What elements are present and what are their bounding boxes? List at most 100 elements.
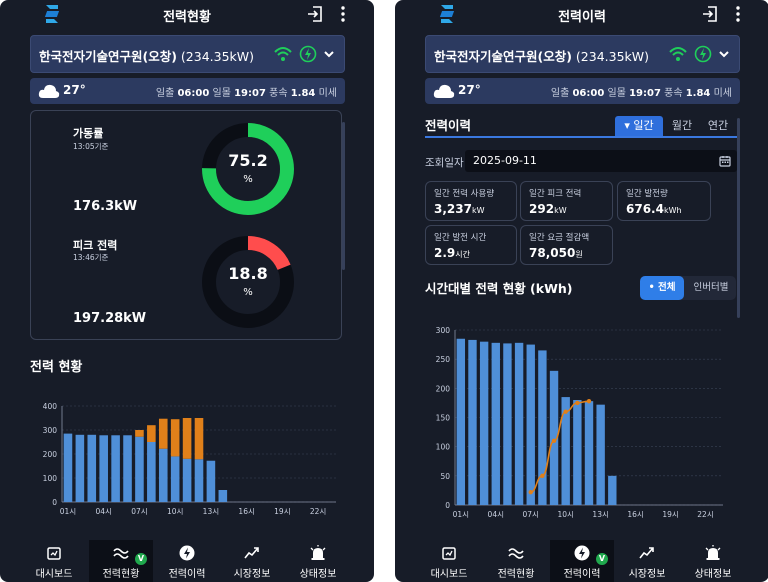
nav-power-history[interactable]: V 전력이력 <box>550 540 614 582</box>
bar <box>596 404 605 505</box>
chevron-down-icon[interactable] <box>717 47 731 61</box>
power-wave-icon <box>113 548 129 559</box>
uptime-label: 가동률 <box>73 127 104 140</box>
site-selector[interactable]: 한국전자기술연구원(오창) (234.35kW) <box>30 35 345 73</box>
stat-value: 292kW <box>529 202 567 216</box>
y-tick-label: 300 <box>43 426 58 435</box>
stat-value: 676.4kWh <box>626 202 682 216</box>
power-history-screen: 전력이력 한국전자기술연구원(오창) (234.35kW) 27° 일출 06:… <box>395 0 768 582</box>
y-tick-label: 0 <box>52 498 57 507</box>
nav-power-status[interactable]: V 전력현황 <box>89 540 153 582</box>
nav-market-info[interactable]: 시장정보 <box>615 540 679 582</box>
bar <box>503 343 512 505</box>
toggle-inverter[interactable]: 인버터별 <box>686 276 736 300</box>
sun-info: 일출 06:00 일몰 19:07 풍속 1.84 미세 <box>155 88 337 99</box>
trend-icon <box>244 547 259 559</box>
stat-label: 일간 요금 절감액 <box>529 233 590 243</box>
top-bar: 전력현황 <box>0 0 374 30</box>
stat-value: 2.9시간 <box>434 246 470 260</box>
nav-power-status[interactable]: 전력현황 <box>484 540 548 582</box>
bar <box>479 341 489 505</box>
temperature: 27° <box>458 83 481 97</box>
cloud-icon <box>433 84 455 98</box>
x-tick-label: 07시 <box>131 507 147 516</box>
cloud-icon <box>38 84 60 98</box>
y-tick-label: 300 <box>436 326 451 335</box>
x-tick-label: 16시 <box>627 510 643 519</box>
nav-label: 대시보드 <box>35 569 73 580</box>
peak-value: 197.28kW <box>73 311 147 326</box>
logout-icon[interactable] <box>701 5 719 23</box>
history-header: 전력이력 ▾ 일간 월간 연간 <box>425 114 737 138</box>
history-section-title: 전력이력 <box>425 118 472 133</box>
more-menu-icon[interactable] <box>340 5 346 23</box>
chevron-down-icon[interactable] <box>322 47 336 61</box>
nav-label: 시장정보 <box>233 569 271 580</box>
top-bar: 전력이력 <box>395 0 768 30</box>
tab-monthly[interactable]: 월간 <box>665 116 699 136</box>
toggle-all[interactable]: • 전체 <box>640 276 684 300</box>
x-tick-label: 19시 <box>274 507 290 516</box>
gauge-card: 가동률 13:05기준 176.3kW 75.2 % 피크 전력 13:46기준… <box>30 110 342 340</box>
nav-label: 전력이력 <box>563 569 601 580</box>
dashboard-icon <box>442 547 456 560</box>
uptime-unit: % <box>243 174 253 185</box>
temperature: 27° <box>63 83 86 97</box>
scrollbar[interactable] <box>737 118 740 318</box>
bar <box>468 339 477 505</box>
x-tick-label: 10시 <box>557 510 573 519</box>
active-badge: V <box>596 553 608 565</box>
date-picker[interactable]: 2025-09-11 <box>465 150 737 172</box>
bar <box>135 430 144 437</box>
alarm-bell-icon <box>310 545 326 560</box>
nav-dashboard[interactable]: 대시보드 <box>417 540 481 582</box>
power-wave-icon <box>508 548 524 559</box>
nav-status-info[interactable]: 상태정보 <box>681 540 745 582</box>
bar <box>206 460 216 502</box>
stat-daily-peak: 일간 피크 전력 292kW <box>520 181 613 221</box>
x-tick-label: 04시 <box>95 507 111 516</box>
wifi-icon <box>669 47 687 61</box>
line-point <box>540 473 545 479</box>
site-selector[interactable]: 한국전자기술연구원(오창) (234.35kW) <box>425 35 740 73</box>
nav-market-info[interactable]: 시장정보 <box>220 540 284 582</box>
line-point <box>528 489 533 495</box>
nav-power-history[interactable]: 전력이력 <box>155 540 219 582</box>
more-menu-icon[interactable] <box>735 5 741 23</box>
dashboard-icon <box>47 547 61 560</box>
stat-label: 일간 발전 시간 <box>434 233 487 243</box>
nav-label: 전력현황 <box>497 569 535 580</box>
tab-yearly[interactable]: 연간 <box>701 116 735 136</box>
x-tick-label: 01시 <box>60 507 76 516</box>
y-tick-label: 200 <box>436 384 451 393</box>
tab-daily[interactable]: ▾ 일간 <box>615 116 663 136</box>
x-tick-label: 13시 <box>203 507 219 516</box>
nav-status-info[interactable]: 상태정보 <box>286 540 350 582</box>
bar <box>608 475 617 505</box>
active-badge: V <box>135 553 147 565</box>
bar <box>135 436 144 502</box>
trend-icon <box>639 547 654 559</box>
y-tick-label: 150 <box>436 414 451 423</box>
x-tick-label: 01시 <box>453 510 469 519</box>
logout-icon[interactable] <box>306 5 324 23</box>
bar <box>170 456 180 502</box>
y-tick-label: 200 <box>43 450 58 459</box>
bottom-nav: 대시보드 전력현황 V 전력이력 시장정보 상태정보 <box>395 540 768 582</box>
x-tick-label: 16시 <box>238 507 254 516</box>
bar <box>194 418 204 460</box>
y-tick-label: 400 <box>43 402 58 411</box>
scrollbar[interactable] <box>342 122 345 270</box>
nav-label: 전력현황 <box>102 569 140 580</box>
peak-label: 피크 전력 <box>73 239 118 252</box>
bar <box>75 434 85 502</box>
bar <box>514 342 524 505</box>
hourly-power-chart: 0 50 100 150 200 250 300 01시 04시 07시 10시 13시 16시 19시 2… <box>436 326 723 519</box>
bar <box>147 425 156 442</box>
stat-fee-saving: 일간 요금 절감액 78,050원 <box>520 225 613 265</box>
line-point <box>575 400 580 406</box>
nav-dashboard[interactable]: 대시보드 <box>22 540 86 582</box>
bar <box>123 435 132 502</box>
calendar-icon[interactable] <box>719 155 731 167</box>
x-tick-label: 04시 <box>488 510 504 519</box>
